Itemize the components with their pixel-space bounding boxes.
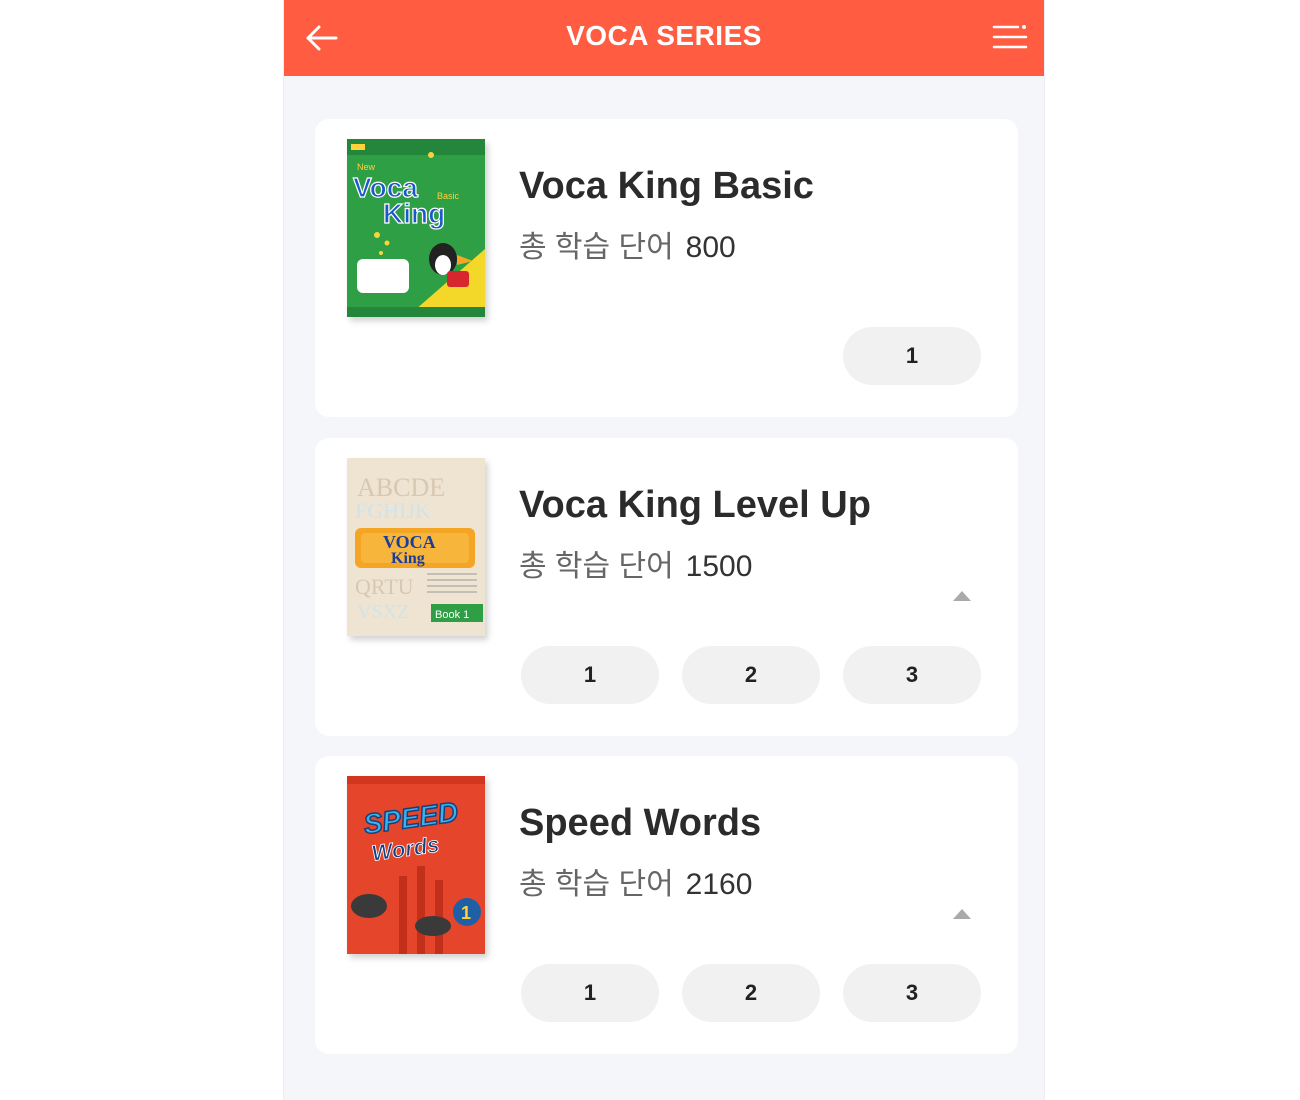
triangle-up-icon: [953, 591, 971, 601]
word-count-value: 1500: [685, 550, 753, 583]
svg-text:Book 1: Book 1: [435, 609, 469, 621]
word-count-label: 총 학습 단어: [519, 550, 674, 583]
svg-text:King: King: [391, 550, 425, 567]
header-bar: VOCA SERIES: [284, 0, 1044, 76]
svg-text:FGHIJK: FGHIJK: [355, 498, 431, 523]
book-card-speed-words[interactable]: SPEED Words 1 Speed Words 총 학습 단어 2160 1 …: [315, 756, 1018, 1054]
book-cover-image[interactable]: SPEED Words 1: [347, 776, 485, 954]
book-title: Speed Words: [519, 802, 762, 844]
triangle-up-icon: [953, 909, 971, 919]
book-cover-image[interactable]: ABCDE FGHIJK VOCA King QRTU VSXZ Book 1: [347, 458, 485, 636]
word-count: 총 학습 단어 1500: [519, 541, 752, 585]
svg-text:Basic: Basic: [437, 191, 460, 201]
level-button-2[interactable]: 2: [682, 646, 820, 704]
svg-text:1: 1: [461, 903, 471, 923]
word-count: 총 학습 단어 800: [519, 222, 736, 266]
svg-text:VOCA: VOCA: [383, 532, 436, 552]
level-button-1[interactable]: 1: [521, 646, 659, 704]
collapse-toggle[interactable]: [951, 588, 973, 604]
word-count-label: 총 학습 단어: [519, 868, 674, 901]
level-button-1[interactable]: 1: [843, 327, 981, 385]
book-card-voca-king-basic[interactable]: New Voca King Basic Voca King Basic 총 학습…: [315, 119, 1018, 417]
word-count-label: 총 학습 단어: [519, 231, 674, 264]
level-button-2[interactable]: 2: [682, 964, 820, 1022]
app-screen: VOCA SERIES New Voca King Basic Voca Kin…: [283, 0, 1045, 1100]
svg-text:New: New: [357, 162, 376, 172]
page-title: VOCA SERIES: [566, 20, 762, 51]
book-cover-image[interactable]: New Voca King Basic: [347, 139, 485, 317]
collapse-toggle[interactable]: [951, 906, 973, 922]
book-title: Voca King Basic: [519, 165, 814, 207]
level-button-3[interactable]: 3: [843, 964, 981, 1022]
level-button-3[interactable]: 3: [843, 646, 981, 704]
menu-icon: [992, 25, 1028, 49]
level-button-1[interactable]: 1: [521, 964, 659, 1022]
svg-text:VSXZ: VSXZ: [357, 601, 409, 623]
word-count-value: 2160: [685, 868, 753, 901]
book-card-voca-king-level-up[interactable]: ABCDE FGHIJK VOCA King QRTU VSXZ Book 1 …: [315, 438, 1018, 736]
book-title: Voca King Level Up: [519, 484, 871, 526]
word-count-value: 800: [685, 231, 736, 264]
svg-text:QRTU: QRTU: [355, 574, 414, 599]
word-count: 총 학습 단어 2160: [519, 859, 752, 903]
svg-text:King: King: [383, 198, 445, 229]
menu-button[interactable]: [990, 18, 1030, 58]
